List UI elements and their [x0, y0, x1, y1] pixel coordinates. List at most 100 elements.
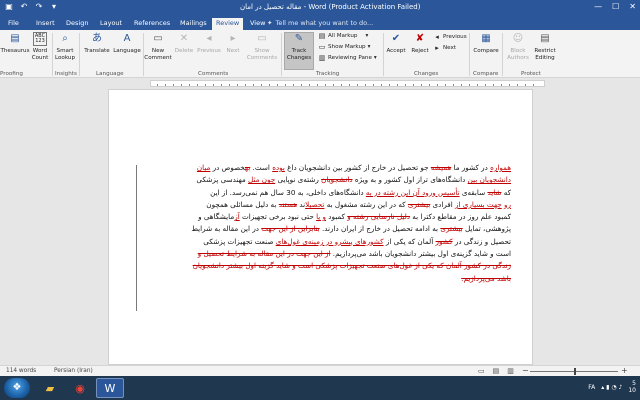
zoom-in-button[interactable]: +	[621, 366, 628, 375]
track-changes-button[interactable]: ✎ Track Changes	[284, 32, 314, 61]
minimize-button[interactable]: —	[594, 2, 602, 11]
document-line[interactable]: باشد می‌پردازیم.	[141, 273, 511, 285]
tray-icons[interactable]: ▴ ▮ ◔ ♪	[601, 384, 622, 391]
group-label-compare: Compare	[473, 71, 499, 77]
text-run: در کشور ما	[451, 163, 491, 172]
close-button[interactable]: ✕	[629, 2, 636, 11]
language-button[interactable]: A Language	[113, 32, 141, 55]
document-line[interactable]: همواره در کشور ما همیشه جو تحصیل در خارج…	[141, 162, 511, 174]
show-comments-icon: ▭	[257, 32, 267, 44]
read-mode-icon[interactable]: ▭	[478, 367, 485, 375]
thesaurus-button[interactable]: ▤ Thesaurus	[0, 32, 29, 55]
window-controls: — ☐ ✕	[594, 2, 636, 11]
document-line[interactable]: پژوهشی، تمایل بیشتری به ادامه تحصیل در خ…	[141, 223, 511, 235]
undo-icon[interactable]: ↶	[19, 2, 29, 12]
language-status[interactable]: Persian (Iran)	[54, 368, 93, 374]
maximize-button[interactable]: ☐	[612, 2, 619, 11]
ruler-tick	[325, 84, 326, 86]
chrome-icon[interactable]: ◉	[66, 378, 94, 398]
ruler-tick	[517, 84, 518, 86]
redo-icon[interactable]: ↷	[34, 2, 44, 12]
file-explorer-icon[interactable]: ▰	[36, 378, 64, 398]
show-comments-button[interactable]: ▭ Show Comments	[246, 32, 278, 61]
text-run: رشته‌ی نوپایی	[275, 175, 322, 185]
input-language-indicator[interactable]: FA	[588, 384, 595, 391]
language-icon: A	[123, 32, 131, 44]
word-count-status[interactable]: 114 words	[6, 368, 36, 374]
zoom-slider[interactable]	[530, 368, 618, 375]
ruler-tick	[269, 84, 270, 86]
ruler-strip[interactable]	[150, 80, 545, 87]
restrict-editing-button[interactable]: ▤ Restrict Editing	[532, 32, 558, 61]
ruler-tick	[213, 84, 214, 86]
text-run: آلمان که یکی از	[383, 236, 436, 246]
group-separator	[281, 33, 282, 76]
previous-change-button[interactable]: ◂ Previous	[433, 33, 466, 41]
reviewing-pane-dropdown[interactable]: ▥ Reviewing Pane ▾	[318, 54, 377, 62]
text-run: کمبود	[326, 212, 348, 222]
tab-references[interactable]: References	[130, 18, 174, 30]
customize-qat-icon[interactable]: ▾	[49, 2, 59, 12]
tab-mailings[interactable]: Mailings	[176, 18, 211, 30]
ruler-tick	[165, 84, 166, 86]
delete-comment-button[interactable]: ✕ Delete	[173, 32, 195, 55]
text-run: به دلیل مسائلی همچون	[206, 199, 279, 209]
block-authors-button[interactable]: ☺ Block Authors	[505, 32, 531, 61]
ruler-tick	[237, 84, 238, 86]
group-label-comments: Comments	[198, 71, 229, 77]
tell-me-search[interactable]: ✦ Tell me what you want to do...	[267, 19, 373, 27]
next-change-button[interactable]: ▸ Next	[433, 44, 456, 52]
block-authors-icon: ☺	[512, 32, 524, 44]
reject-icon: ✘	[415, 32, 425, 44]
web-layout-icon[interactable]: ▥	[507, 367, 514, 375]
word-taskbar-icon[interactable]: W	[96, 378, 124, 398]
inserted-text: رو	[504, 199, 511, 209]
new-comment-button[interactable]: ▭ New Comment	[144, 32, 171, 61]
text-run: دانشگاه‌های داخلی، به 30 سال هم نمی‌رسد.…	[210, 187, 366, 197]
tab-insert[interactable]: Insert	[32, 18, 59, 30]
deleted-text: از این جهت در این مقاله به شرایط تحصیل و	[197, 249, 331, 259]
document-line[interactable]: تحصیل و زندگی در کشور آلمان که یکی از کش…	[141, 236, 511, 248]
chevron-down-icon: ▾	[365, 33, 369, 39]
tab-review[interactable]: Review	[212, 18, 244, 30]
document-line[interactable]: زندگی در کشور آلمان که یکی از غول‌های صن…	[141, 260, 511, 272]
accept-button[interactable]: ✔ Accept	[385, 32, 407, 55]
zoom-slider-knob[interactable]	[574, 368, 576, 375]
track-changes-icon: ✎	[294, 32, 304, 44]
smart-lookup-button[interactable]: ⌕ Smart Lookup	[54, 32, 76, 61]
ruler-tick	[309, 84, 310, 86]
document-line[interactable]: که شاید سابقه‌ی تأسیس ورود آن این رشته د…	[141, 187, 511, 199]
ruler-tick	[181, 84, 182, 86]
translate-button[interactable]: あ Translate	[82, 32, 112, 55]
status-bar: 114 words Persian (Iran) ▭ ▤ ▥ − +	[0, 365, 640, 376]
deleted-text: شاید	[487, 187, 502, 197]
display-for-review-dropdown[interactable]: ▤ All Markup ▾	[318, 32, 369, 40]
document-line[interactable]: است و شاید گزینه‌ی اول بیشتر دانشجویان ب…	[141, 248, 511, 260]
tab-file[interactable]: File	[4, 18, 23, 30]
next-comment-button[interactable]: ▸ Next	[223, 32, 243, 55]
tab-layout[interactable]: Layout	[96, 18, 126, 30]
document-page[interactable]: همواره در کشور ما همیشه جو تحصیل در خارج…	[108, 89, 533, 365]
group-separator	[383, 33, 384, 76]
zoom-out-button[interactable]: −	[522, 366, 529, 375]
save-icon[interactable]: ▣	[4, 2, 14, 12]
print-layout-icon[interactable]: ▤	[493, 367, 500, 375]
word-count-button[interactable]: ABC 123 Word Count	[29, 32, 51, 61]
text-run: مایشگاهی و	[198, 212, 235, 222]
document-line[interactable]: کمبود علم روز در مقاطع دکترا به دلیل نار…	[141, 211, 511, 223]
previous-comment-button[interactable]: ◂ Previous	[197, 32, 221, 55]
group-separator	[502, 33, 503, 76]
inserted-text: کشورهای پیشرو در زمینه‌ی غول‌های	[275, 236, 384, 246]
clock[interactable]: 5 10	[628, 380, 636, 394]
document-body[interactable]: همواره در کشور ما همیشه جو تحصیل در خارج…	[141, 162, 511, 285]
word-count-icon: ABC 123	[33, 32, 47, 46]
deleted-text: هستند	[278, 199, 298, 209]
reject-button[interactable]: ✘ Reject	[409, 32, 431, 55]
tab-view[interactable]: View	[246, 18, 269, 30]
document-line[interactable]: رو جهت بسیاری از افرادی بیشتری که در این…	[141, 199, 511, 211]
tab-design[interactable]: Design	[62, 18, 92, 30]
compare-button[interactable]: ▦ Compare	[472, 32, 500, 55]
start-button[interactable]: ❖	[4, 378, 30, 398]
show-markup-dropdown[interactable]: ▭ Show Markup ▾	[318, 43, 371, 51]
document-line[interactable]: دانشجویان بین دانشگاه‌های تراز اول کشور …	[141, 174, 511, 186]
